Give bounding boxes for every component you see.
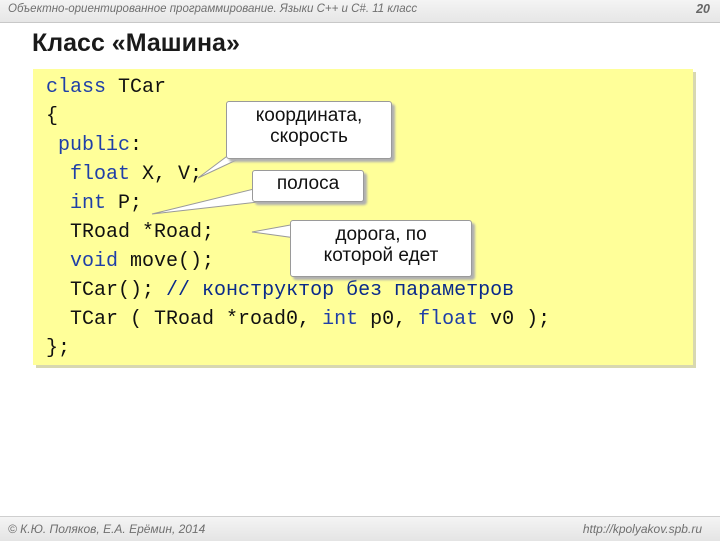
footer-bar: © К.Ю. Поляков, Е.А. Ерёмин, 2014 http:/… <box>0 516 720 541</box>
keyword: int <box>322 308 359 331</box>
code-line-8: TCar(); // конструктор без параметров <box>46 276 550 305</box>
code-line-10: }; <box>46 334 550 363</box>
code-comment: // конструктор без параметров <box>166 279 515 302</box>
code-text: TCar ( TRoad *road0, <box>70 308 323 331</box>
callout-text: координата, <box>255 105 363 126</box>
keyword: class <box>46 76 107 99</box>
code-text: P; <box>106 192 143 215</box>
code-text: TCar <box>106 76 167 99</box>
callout-text: дорога, по <box>335 224 427 245</box>
slide-title: Класс «Машина» <box>32 29 240 57</box>
code-text: p0, <box>358 308 419 331</box>
callout-text: которой едет <box>323 245 439 266</box>
code-text: { <box>46 105 59 128</box>
callout-lane: полоса <box>252 170 364 202</box>
callout-text: скорость <box>270 126 348 147</box>
code-text: : <box>130 134 143 157</box>
callout-coordinates-speed: координата, скорость <box>226 101 392 159</box>
course-subtitle: Объектно-ориентированное программировани… <box>8 3 418 15</box>
code-text: v0 ); <box>478 308 551 331</box>
keyword: public <box>58 134 131 157</box>
code-line-9: TCar ( TRoad *road0, int p0, float v0 ); <box>46 305 550 334</box>
copyright-text: © К.Ю. Поляков, Е.А. Ерёмин, 2014 <box>8 522 206 536</box>
keyword: float <box>418 308 479 331</box>
callout-text: полоса <box>276 173 340 194</box>
site-link[interactable]: http://kpolyakov.spb.ru <box>583 522 702 536</box>
code-text: }; <box>46 337 71 360</box>
code-text: TCar(); <box>70 279 155 302</box>
code-text: TRoad *Road; <box>70 221 215 244</box>
header-bar: Объектно-ориентированное программировани… <box>0 0 720 23</box>
code-line-1: class TCar <box>46 73 550 102</box>
keyword: int <box>70 192 107 215</box>
keyword: void <box>70 250 119 273</box>
page-number: 20 <box>696 2 710 16</box>
callout-road: дорога, по которой едет <box>290 220 472 277</box>
keyword: float <box>70 163 131 186</box>
code-text: X, V; <box>130 163 203 186</box>
code-text: move(); <box>118 250 215 273</box>
